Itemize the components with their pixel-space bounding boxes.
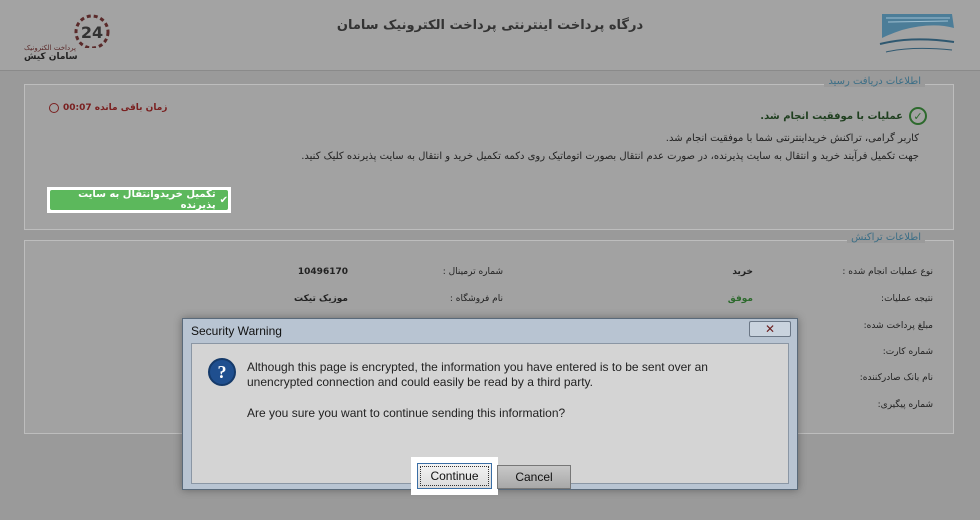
logo-text-line2: سامان کیش (24, 52, 78, 62)
success-row: ✓ عملیات با موفقیت انجام شد. (760, 107, 927, 125)
terminal-label: شماره ترمینال : (442, 267, 503, 277)
card-number-label: شماره کارت: (882, 347, 933, 357)
success-message: عملیات با موفقیت انجام شد. (760, 110, 903, 122)
tracking-number-label: شماره پیگیری: (877, 400, 933, 410)
complete-purchase-button[interactable]: ✔ تکمیل خریدوانتقال به سایت پذیرنده (47, 187, 231, 213)
operation-type-label: نوع عملیات انجام شده : (842, 267, 933, 277)
close-icon[interactable]: ✕ (749, 321, 791, 337)
company-logo (872, 8, 962, 62)
merchant-label: نام فروشگاه : (449, 294, 503, 304)
cancel-button[interactable]: Cancel (497, 465, 571, 489)
terminal-value: 10496170 (297, 267, 348, 277)
merchant-value: موزیک تیکت (294, 294, 348, 304)
operation-result-label: نتیجه عملیات: (881, 294, 933, 304)
success-check-icon: ✓ (909, 107, 927, 125)
amount-label: مبلغ پرداخت شده: (863, 321, 933, 331)
company-wave-logo-icon (879, 14, 955, 53)
continue-button-highlight: Continue (411, 457, 498, 495)
dialog-title: Security Warning (191, 324, 282, 338)
receipt-legend: اطلاعات دریافت رسید (824, 76, 925, 87)
timer-text: زمان باقی مانده 00:07 (63, 103, 168, 113)
operation-type-value: خرید (732, 267, 753, 277)
clock-icon (49, 103, 59, 113)
receipt-message-1: کاربر گرامی، تراکنش خریداینترنتی شما با … (665, 133, 919, 144)
dialog-body: ? Although this page is encrypted, the i… (191, 343, 789, 495)
transaction-legend: اطلاعات تراکنش (847, 232, 925, 243)
logo-text-line1: پرداخت الکترونیک (24, 44, 76, 52)
continue-button[interactable]: Continue (417, 463, 492, 489)
security-warning-dialog: Security Warning ✕ ? Although this page … (182, 318, 798, 495)
checkmark-icon: ✔ (219, 194, 228, 206)
complete-button-label: تکمیل خریدوانتقال به سایت پذیرنده (78, 189, 216, 211)
logo-24-emblem-icon: 24 (74, 14, 110, 48)
page-header: 24 پرداخت الکترونیک سامان کیش درگاه پردا… (0, 0, 980, 71)
dialog-question: Are you sure you want to continue sendin… (247, 406, 566, 420)
operation-result-value: موفق (727, 294, 753, 304)
dialog-message: Although this page is encrypted, the inf… (247, 360, 708, 389)
svg-text:24: 24 (81, 23, 103, 42)
page-title: درگاه پرداخت اینترنتی پرداخت الکترونیک س… (336, 18, 644, 33)
remaining-time: زمان باقی مانده 00:07 (49, 103, 167, 113)
receipt-message-2: جهت تکمیل فرآیند خرید و انتقال به سایت پ… (301, 151, 919, 162)
question-icon: ? (208, 358, 236, 386)
saman-kish-logo: 24 پرداخت الکترونیک سامان کیش (18, 8, 128, 64)
receipt-info-panel: اطلاعات دریافت رسید زمان باقی مانده 00:0… (24, 76, 954, 230)
issuer-bank-label: نام بانک صادرکننده: (859, 373, 933, 383)
